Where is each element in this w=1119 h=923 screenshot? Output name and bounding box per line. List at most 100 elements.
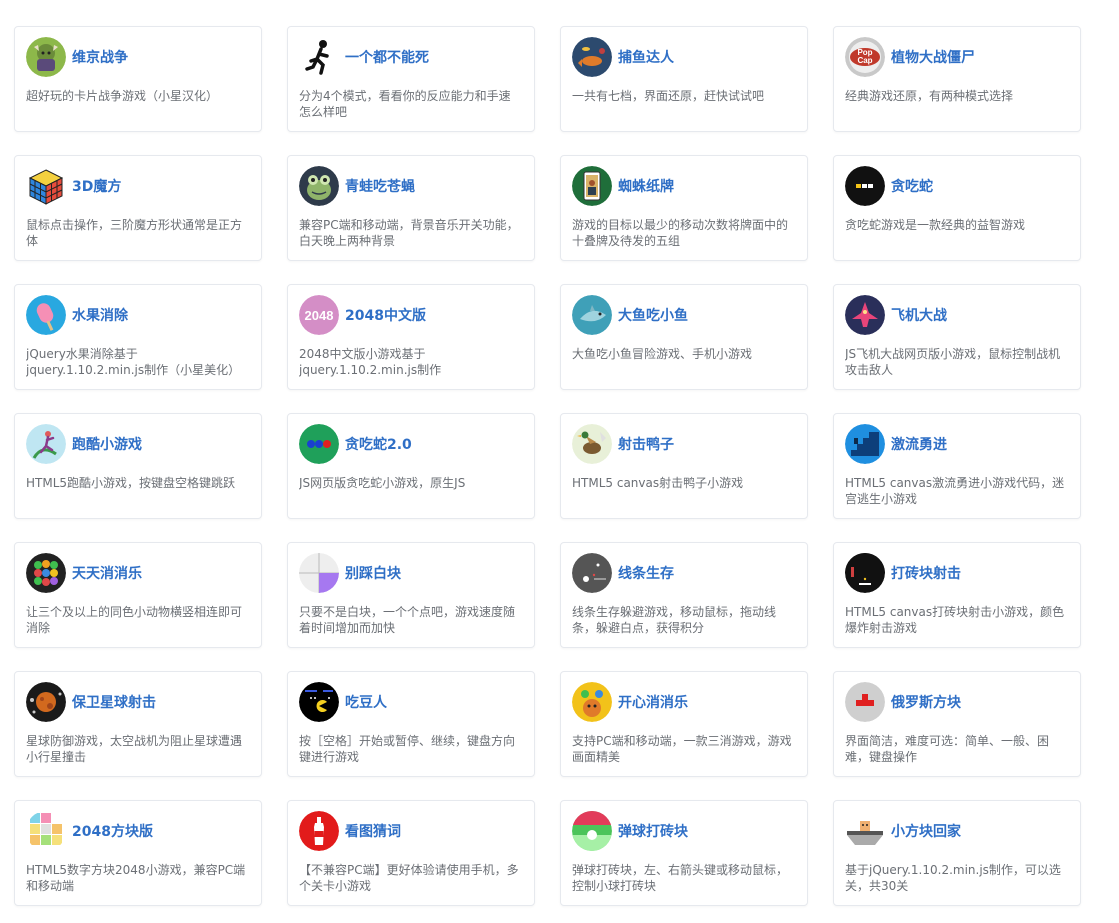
game-card[interactable]: 天天消消乐让三个及以上的同色小动物横竖相连即可消除	[14, 542, 262, 648]
game-description: JS网页版贪吃蛇小游戏，原生JS	[299, 476, 466, 490]
game-card[interactable]: 大鱼吃小鱼大鱼吃小鱼冒险游戏、手机小游戏	[560, 284, 808, 390]
game-description: 鼠标点击操作，三阶魔方形状通常是正方体	[26, 218, 243, 248]
fighter-jet-icon	[845, 295, 885, 335]
game-card[interactable]: 小方块回家 基于jQuery.1.10.2.min.js制作，可以选关，共30关	[833, 800, 1081, 906]
little-block-icon	[845, 811, 885, 851]
game-title[interactable]: 别踩白块	[345, 563, 401, 583]
game-card[interactable]: 维京战争超好玩的卡片战争游戏（小星汉化）	[14, 26, 262, 132]
game-description: HTML5 canvas打砖块射击小游戏，颜色爆炸射击游戏	[845, 605, 1065, 635]
playing-card-icon	[572, 166, 612, 206]
ball-brick-icon	[572, 811, 612, 851]
game-card[interactable]: 俄罗斯方块界面简洁，难度可选：简单、一般、困难，键盘操作	[833, 671, 1081, 777]
game-title[interactable]: 俄罗斯方块	[891, 692, 961, 712]
game-grid: 维京战争 超好玩的卡片战争游戏（小星汉化） 一个都不能死 分为4个模式，看看你的反应能…	[14, 26, 1081, 906]
game-title[interactable]: 蜘蛛纸牌	[618, 176, 674, 196]
game-card[interactable]: 线条生存线条生存躲避游戏，移动鼠标，拖动线条，躲避白点，获得积分	[560, 542, 808, 648]
game-description: jQuery水果消除基于jquery.1.10.2.min.js制作（小星美化）	[26, 347, 241, 377]
game-card[interactable]: 吃豆人按［空格］开始或暂停、继续，键盘方向键进行游戏	[287, 671, 535, 777]
game-description: 超好玩的卡片战争游戏（小星汉化）	[26, 89, 219, 103]
game-card[interactable]: 青蛙吃苍蝇兼容PC端和移动端，背景音乐开关功能，白天晚上两种背景	[287, 155, 535, 261]
game-title[interactable]: 捕鱼达人	[618, 47, 674, 67]
game-title[interactable]: 射击鸭子	[618, 434, 674, 454]
game-description: 界面简洁，难度可选：简单、一般、困难，键盘操作	[845, 734, 1050, 764]
game-title[interactable]: 贪吃蛇2.0	[345, 434, 412, 454]
game-card[interactable]: 一个都不能死 分为4个模式，看看你的反应能力和手速怎么样吧	[287, 26, 535, 132]
game-title[interactable]: 2048方块版	[72, 821, 153, 841]
game-description: 【不兼容PC端】更好体验请使用手机，多个关卡小游戏	[299, 863, 519, 893]
popcap-logo-icon: Pop Cap	[845, 37, 885, 77]
game-card[interactable]: 看图猜词【不兼容PC端】更好体验请使用手机，多个关卡小游戏	[287, 800, 535, 906]
piano-tiles-icon	[299, 553, 339, 593]
snake-icon	[845, 166, 885, 206]
rubiks-cube-icon	[26, 166, 66, 206]
game-title[interactable]: 弹球打砖块	[618, 821, 688, 841]
parkour-icon	[26, 424, 66, 464]
game-description: 按［空格］开始或暂停、继续，键盘方向键进行游戏	[299, 734, 516, 764]
game-description: 一共有七档，界面还原，赶快试试吧	[572, 89, 765, 103]
game-title[interactable]: 大鱼吃小鱼	[618, 305, 688, 325]
game-description: 支持PC端和移动端，一款三消游戏，游戏画面精美	[572, 734, 792, 764]
pacman-icon	[299, 682, 339, 722]
game-card[interactable]: 跑酷小游戏 HTML5跑酷小游戏，按键盘空格键跳跃	[14, 413, 262, 519]
tetris-icon	[845, 682, 885, 722]
snake-dots-icon	[299, 424, 339, 464]
game-title[interactable]: 飞机大战	[891, 305, 947, 325]
game-card[interactable]: 射击鸭子 HTML5 canvas射击鸭子小游戏	[560, 413, 808, 519]
game-description: 线条生存躲避游戏，移动鼠标，拖动线条，躲避白点，获得积分	[572, 605, 777, 635]
game-card[interactable]: 蜘蛛纸牌 游戏的目标以最少的移动次数将牌面中的十叠牌及待发的五组	[560, 155, 808, 261]
game-title[interactable]: 2048中文版	[345, 305, 426, 325]
game-description: HTML5跑酷小游戏，按键盘空格键跳跃	[26, 476, 236, 490]
game-card[interactable]: 贪吃蛇 贪吃蛇游戏是一款经典的益智游戏	[833, 155, 1081, 261]
game-title[interactable]: 贪吃蛇	[891, 176, 933, 196]
popsicle-icon	[26, 295, 66, 335]
game-description: 让三个及以上的同色小动物横竖相连即可消除	[26, 605, 243, 635]
game-description: HTML5 canvas射击鸭子小游戏	[572, 476, 744, 490]
game-title[interactable]: 打砖块射击	[891, 563, 961, 583]
game-title[interactable]: 天天消消乐	[72, 563, 142, 583]
running-man-icon	[299, 37, 339, 77]
game-title[interactable]: 维京战争	[72, 47, 128, 67]
game-description: 大鱼吃小鱼冒险游戏、手机小游戏	[572, 347, 753, 361]
game-card[interactable]: 水果消除 jQuery水果消除基于jquery.1.10.2.min.js制作（小…	[14, 284, 262, 390]
game-title[interactable]: 青蛙吃苍蝇	[345, 176, 415, 196]
svg-text:Cap: Cap	[857, 56, 872, 65]
game-title[interactable]: 激流勇进	[891, 434, 947, 454]
game-description: 兼容PC端和移动端，背景音乐开关功能，白天晚上两种背景	[299, 218, 519, 248]
game-card[interactable]: 打砖块射击 HTML5 canvas打砖块射击小游戏，颜色爆炸射击游戏	[833, 542, 1081, 648]
game-title[interactable]: 水果消除	[72, 305, 128, 325]
game-card[interactable]: 保卫星球射击 星球防御游戏，太空战机为阻止星球遭遇小行星撞击	[14, 671, 262, 777]
game-description: 只要不是白块，一个个点吧，游戏速度随着时间增加而加快	[299, 605, 516, 635]
game-description: 2048中文版小游戏基于jquery.1.10.2.min.js制作	[299, 347, 442, 377]
game-title[interactable]: 一个都不能死	[345, 47, 429, 67]
game-card[interactable]: 捕鱼达人一共有七档，界面还原，赶快试试吧	[560, 26, 808, 132]
game-card[interactable]: 3D魔方鼠标点击操作，三阶魔方形状通常是正方体	[14, 155, 262, 261]
game-title[interactable]: 线条生存	[618, 563, 674, 583]
game-card[interactable]: 2048 2048中文版 2048中文版小游戏基于jquery.1.10.2.min…	[287, 284, 535, 390]
game-card[interactable]: 激流勇进 HTML5 canvas激流勇进小游戏代码，迷宫逃生小游戏	[833, 413, 1081, 519]
game-title[interactable]: 看图猜词	[345, 821, 401, 841]
game-title[interactable]: 3D魔方	[72, 176, 121, 196]
game-card[interactable]: 别踩白块只要不是白块，一个个点吧，游戏速度随着时间增加而加快	[287, 542, 535, 648]
brick-shooter-icon	[845, 553, 885, 593]
number-2048-icon: 2048	[299, 295, 339, 335]
game-title[interactable]: 吃豆人	[345, 692, 387, 712]
game-description: 经典游戏还原，有两种模式选择	[845, 89, 1014, 103]
game-title[interactable]: 小方块回家	[891, 821, 961, 841]
game-card[interactable]: 飞机大战 JS飞机大战网页版小游戏，鼠标控制战机攻击敌人	[833, 284, 1081, 390]
game-description: HTML5数字方块2048小游戏，兼容PC端和移动端	[26, 863, 246, 893]
game-title[interactable]: 跑酷小游戏	[72, 434, 142, 454]
game-card[interactable]: 弹球打砖块 弹球打砖块，左、右箭头键或移动鼠标，控制小球打砖块	[560, 800, 808, 906]
game-title[interactable]: 植物大战僵尸	[891, 47, 975, 67]
animal-tiles-icon	[26, 553, 66, 593]
frog-icon	[299, 166, 339, 206]
game-card[interactable]: 开心消消乐支持PC端和移动端，一款三消游戏，游戏画面精美	[560, 671, 808, 777]
game-description: JS飞机大战网页版小游戏，鼠标控制战机攻击敌人	[845, 347, 1061, 377]
game-card[interactable]: Pop Cap 植物大战僵尸经典游戏还原，有两种模式选择	[833, 26, 1081, 132]
game-card[interactable]: 2048方块版 HTML5数字方块2048小游戏，兼容PC端和移动端	[14, 800, 262, 906]
game-card[interactable]: 贪吃蛇2.0 JS网页版贪吃蛇小游戏，原生JS	[287, 413, 535, 519]
shark-icon	[572, 295, 612, 335]
game-description: HTML5 canvas激流勇进小游戏代码，迷宫逃生小游戏	[845, 476, 1065, 506]
game-title[interactable]: 开心消消乐	[618, 692, 688, 712]
game-title[interactable]: 保卫星球射击	[72, 692, 156, 712]
tile-2048-icon	[26, 811, 66, 851]
